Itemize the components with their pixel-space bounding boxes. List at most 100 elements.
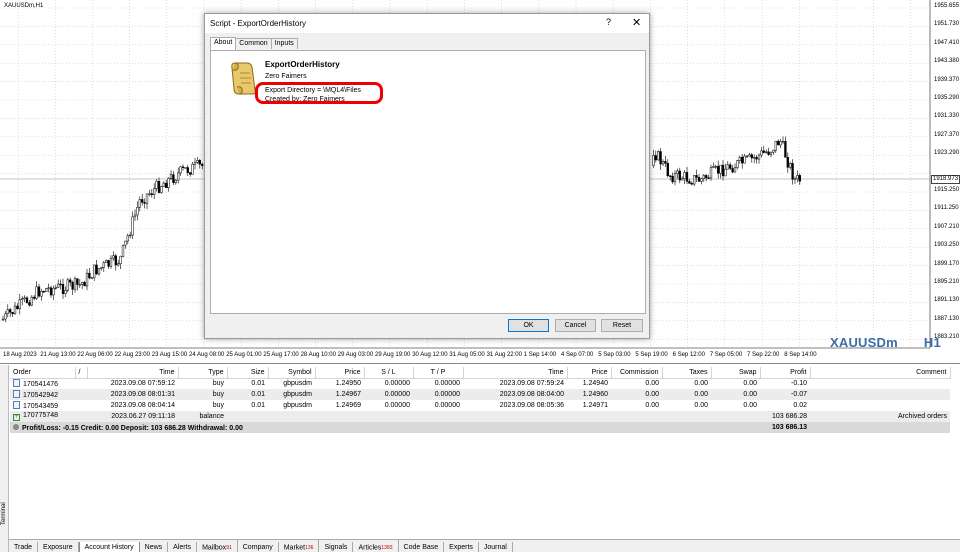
- script-author: Zero Faimers: [265, 73, 307, 80]
- candle: [4, 311, 7, 323]
- candle: [793, 176, 797, 185]
- ok-button[interactable]: OK: [508, 319, 549, 332]
- summary-icon: [13, 423, 19, 430]
- col-commission[interactable]: Commission: [611, 367, 663, 379]
- col-price[interactable]: Price: [315, 367, 365, 379]
- candle: [40, 288, 43, 301]
- col-type[interactable]: Type: [178, 367, 228, 379]
- col-size[interactable]: Size: [227, 367, 269, 379]
- tab-alerts[interactable]: Alerts: [168, 542, 198, 552]
- candle: [664, 155, 667, 168]
- candle: [6, 304, 9, 318]
- table-row[interactable]: 170541476 2023.09.08 07:59:12 buy 0.01 g…: [10, 378, 950, 389]
- col-close-time[interactable]: Time: [463, 367, 568, 379]
- candle: [136, 201, 139, 221]
- price-tick-label: 1947.410: [934, 39, 960, 46]
- table-row[interactable]: 170543459 2023.09.08 08:04:14 buy 0.01 g…: [10, 400, 950, 411]
- price-tick-label: 1923.290: [934, 150, 960, 157]
- price-tick-label: 1927.370: [934, 131, 960, 138]
- candle: [143, 198, 146, 209]
- candle: [141, 193, 144, 206]
- dialog-tabs: About Common Inputs: [210, 37, 298, 50]
- col-time[interactable]: Time: [87, 367, 179, 379]
- col-symbol[interactable]: Symbol: [268, 367, 316, 379]
- order-icon: [13, 379, 20, 388]
- order-icon: [13, 390, 20, 398]
- sort-icon: /: [75, 367, 88, 379]
- col-swap[interactable]: Swap: [711, 367, 761, 379]
- tab-journal[interactable]: Journal: [479, 542, 513, 552]
- tab-market[interactable]: Market136: [279, 540, 320, 552]
- candle: [155, 179, 158, 192]
- table-row[interactable]: 170542942 2023.09.08 08:01:31 buy 0.01 g…: [10, 389, 950, 400]
- col-tp[interactable]: T / P: [413, 367, 464, 379]
- tab-inputs[interactable]: Inputs: [270, 38, 298, 49]
- reset-button[interactable]: Reset: [601, 319, 643, 332]
- candle: [138, 196, 141, 212]
- watermark-timeframe: H1: [923, 335, 941, 350]
- col-order[interactable]: Order: [10, 367, 76, 379]
- candle: [193, 157, 197, 170]
- balance-row[interactable]: +170775748 2023.06.27 09:11:18 balance 1…: [10, 411, 950, 422]
- time-tick-label: 25 Aug 01:00: [226, 352, 262, 358]
- candle: [83, 280, 86, 287]
- col-close-price[interactable]: Price: [567, 367, 612, 379]
- dialog-titlebar[interactable]: Script - ExportOrderHistory ? ✕: [205, 14, 649, 33]
- col-sl[interactable]: S / L: [364, 367, 414, 379]
- candle: [755, 155, 758, 164]
- time-tick-label: 6 Sep 12:00: [672, 352, 705, 358]
- help-button[interactable]: ?: [606, 17, 611, 27]
- price-tick-label: 1907.210: [934, 223, 960, 230]
- candle: [174, 179, 177, 185]
- col-taxes[interactable]: Taxes: [662, 367, 712, 379]
- terminal-tabbar: Trade Exposure Account History News Alerts Ma…: [9, 539, 960, 552]
- candle: [181, 164, 185, 171]
- annotation-highlight: [255, 82, 383, 104]
- tab-company[interactable]: Company: [238, 542, 279, 552]
- close-icon[interactable]: ✕: [632, 16, 641, 29]
- candle: [95, 259, 98, 275]
- candle: [688, 178, 691, 184]
- candle: [769, 151, 773, 158]
- candle: [9, 307, 12, 317]
- tab-exposure[interactable]: Exposure: [38, 542, 79, 552]
- script-dialog[interactable]: Script - ExportOrderHistory ? ✕ About Com…: [204, 13, 650, 339]
- tab-about[interactable]: About: [210, 37, 237, 50]
- col-comment[interactable]: Comment: [810, 367, 951, 379]
- candle: [669, 174, 672, 181]
- tab-trade[interactable]: Trade: [9, 542, 39, 552]
- candle: [37, 283, 41, 298]
- candle: [702, 173, 705, 182]
- candle: [736, 159, 739, 170]
- tab-signals[interactable]: Signals: [319, 542, 354, 552]
- tab-account-history[interactable]: Account History: [78, 542, 140, 552]
- candle: [11, 311, 14, 317]
- tab-articles[interactable]: Articles1383: [353, 540, 399, 552]
- candle: [81, 281, 84, 290]
- candle: [712, 162, 715, 169]
- tab-experts[interactable]: Experts: [444, 542, 479, 552]
- candle: [753, 154, 756, 164]
- candle: [695, 169, 698, 183]
- candle: [59, 279, 62, 290]
- candle: [105, 259, 108, 263]
- tab-news[interactable]: News: [140, 542, 169, 552]
- candle: [71, 280, 74, 295]
- tab-code-base[interactable]: Code Base: [399, 542, 445, 552]
- tab-common[interactable]: Common: [235, 38, 272, 49]
- candle: [738, 155, 741, 164]
- candle: [148, 189, 151, 197]
- time-tick-label: 31 Aug 05:00: [449, 352, 485, 358]
- candle: [165, 180, 168, 188]
- candle: [707, 174, 710, 179]
- col-profit[interactable]: Profit: [760, 367, 811, 379]
- cancel-button[interactable]: Cancel: [555, 319, 596, 332]
- candle: [93, 264, 96, 282]
- candle: [671, 172, 674, 184]
- candle: [743, 153, 746, 164]
- tab-mailbox[interactable]: Mailbox91: [197, 540, 238, 552]
- time-tick-label: 1 Sep 14:00: [523, 352, 557, 358]
- candle: [69, 277, 72, 287]
- about-panel: ExportOrderHistory Zero Faimers Export D…: [210, 50, 646, 314]
- candle: [750, 152, 753, 163]
